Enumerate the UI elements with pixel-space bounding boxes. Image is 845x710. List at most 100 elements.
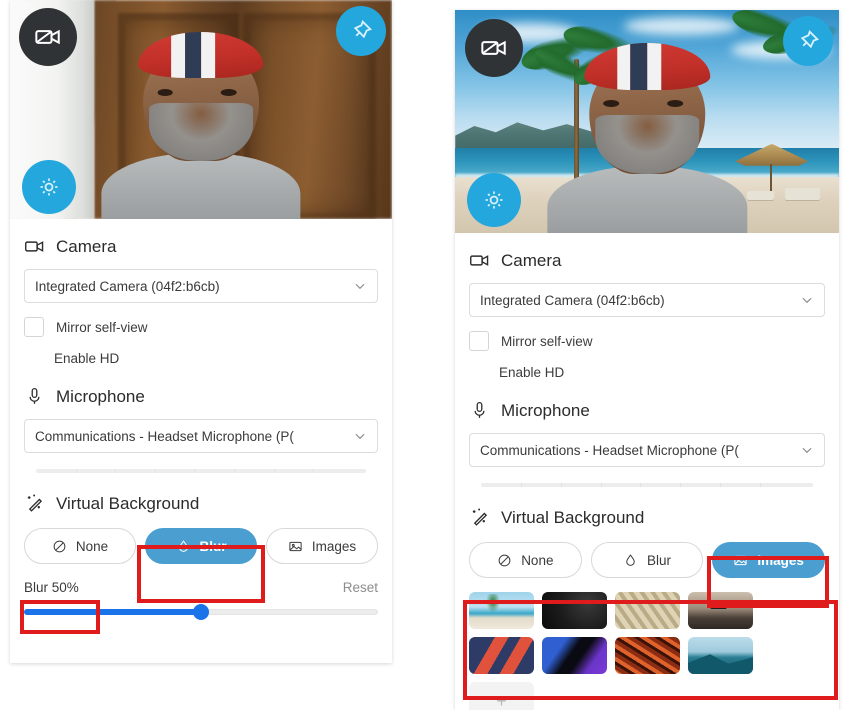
person-torso — [101, 153, 301, 219]
microphone-section-header: Microphone — [24, 386, 378, 407]
chevron-down-icon — [355, 283, 365, 290]
camera-off-icon — [481, 40, 506, 56]
camera-device-value: Integrated Camera (04f2:b6cb) — [480, 292, 665, 308]
camera-section-header: Camera — [24, 236, 378, 257]
microphone-icon — [29, 387, 40, 404]
image-icon — [289, 541, 302, 551]
virtual-background-section-header: Virtual Background — [469, 507, 825, 528]
settings-panel-blur: Camera Integrated Camera (04f2:b6cb) Mir… — [10, 0, 392, 663]
camera-device-select[interactable]: Integrated Camera (04f2:b6cb) — [469, 283, 825, 317]
virtual-background-section-header: Virtual Background — [24, 493, 378, 514]
pin-icon — [353, 19, 373, 39]
chevron-down-icon — [802, 447, 812, 454]
microphone-level-meter — [481, 483, 813, 487]
camera-icon — [470, 255, 489, 266]
camera-section-header: Camera — [469, 250, 825, 271]
background-mode-blur[interactable]: Blur — [145, 528, 257, 564]
background-mode-blur-label: Blur — [199, 538, 227, 554]
magic-wand-icon — [27, 494, 43, 512]
person-eye-left — [603, 100, 620, 108]
microphone-device-value: Communications - Headset Microphone (P( — [480, 442, 739, 458]
cloud — [623, 16, 740, 35]
person-cap — [138, 32, 264, 79]
person-eye-right — [666, 100, 683, 108]
cap-stripe-navy — [184, 32, 201, 79]
enable-hd-label: Enable HD — [54, 351, 120, 366]
microphone-device-select[interactable]: Communications - Headset Microphone (P( — [24, 419, 378, 453]
background-mode-images[interactable]: Images — [266, 528, 378, 564]
open-settings-button[interactable] — [22, 160, 76, 214]
no-entry-icon — [53, 540, 66, 552]
video-preview-blur — [10, 0, 392, 219]
person-silhouette — [547, 37, 747, 233]
background-mode-blur[interactable]: Blur — [590, 542, 704, 578]
background-image-grid: + — [469, 592, 825, 710]
open-settings-button[interactable] — [467, 173, 521, 227]
blue-purple-abstract-thumbnail[interactable] — [542, 637, 607, 674]
microphone-icon — [474, 401, 485, 418]
pin-video-button[interactable] — [783, 16, 833, 66]
background-mode-none[interactable]: None — [24, 528, 136, 564]
camera-off-toggle[interactable] — [465, 19, 523, 77]
mirror-self-view-row[interactable]: Mirror self-view — [469, 331, 825, 351]
teal-mountains-thumbnail[interactable] — [688, 637, 753, 674]
slider-knob[interactable] — [193, 604, 209, 620]
microphone-device-value: Communications - Headset Microphone (P( — [35, 428, 294, 444]
settings-panel-images: Camera Integrated Camera (04f2:b6cb) Mir… — [455, 10, 839, 710]
camera-icon — [25, 241, 44, 252]
mirror-self-view-checkbox[interactable] — [469, 331, 489, 351]
add-background-image-button[interactable]: + — [469, 682, 534, 710]
blur-amount-slider[interactable] — [24, 604, 378, 620]
beach-palm-thumbnail[interactable] — [469, 592, 534, 629]
background-mode-group: None Blur Images — [24, 528, 378, 564]
image-icon — [734, 555, 748, 565]
enable-hd-row[interactable]: Enable HD — [469, 365, 825, 380]
background-mode-none-label: None — [521, 552, 554, 568]
background-mode-group: None Blur Images — [469, 542, 826, 578]
mirror-self-view-checkbox[interactable] — [24, 317, 44, 337]
magic-wand-icon — [472, 508, 488, 526]
enable-hd-row[interactable]: Enable HD — [24, 351, 378, 366]
screenshot-root: Camera Integrated Camera (04f2:b6cb) Mir… — [0, 0, 845, 710]
slider-fill — [24, 609, 201, 615]
beige-lattice-thumbnail[interactable] — [615, 592, 680, 629]
mirror-self-view-row[interactable]: Mirror self-view — [24, 317, 378, 337]
blur-reset-link[interactable]: Reset — [343, 580, 378, 595]
dark-abstract-thumbnail[interactable] — [542, 592, 607, 629]
red-navy-geometric-thumbnail[interactable] — [469, 637, 534, 674]
background-mode-images[interactable]: Images — [712, 542, 826, 578]
camera-section-label: Camera — [56, 236, 117, 256]
microphone-level-meter — [36, 469, 366, 473]
cap-stripe-white-right — [201, 32, 215, 79]
cap-stripe-white-right — [646, 42, 661, 90]
camera-device-select[interactable]: Integrated Camera (04f2:b6cb) — [24, 269, 378, 303]
blur-amount-row: Blur 50% Reset — [24, 580, 378, 595]
video-preview-beach — [455, 10, 839, 233]
virtual-background-section-label: Virtual Background — [501, 507, 645, 527]
chevron-down-icon — [355, 433, 365, 440]
camera-section-label: Camera — [501, 250, 562, 270]
pin-video-button[interactable] — [336, 6, 386, 56]
background-mode-blur-label: Blur — [647, 552, 672, 568]
camera-off-toggle[interactable] — [19, 8, 77, 66]
droplet-icon — [626, 553, 635, 566]
virtual-background-section-label: Virtual Background — [56, 493, 200, 513]
person-cap — [584, 42, 710, 90]
cap-stripe-navy — [630, 42, 647, 90]
office-room-thumbnail[interactable] — [688, 592, 753, 629]
mirror-self-view-label: Mirror self-view — [56, 319, 148, 335]
person-silhouette — [101, 26, 301, 219]
orange-marble-thumbnail[interactable] — [615, 637, 680, 674]
blur-amount-label: Blur 50% — [24, 580, 79, 595]
beach-chair — [785, 188, 820, 200]
gear-icon — [40, 178, 58, 196]
background-mode-none[interactable]: None — [469, 542, 582, 578]
settings-body-images: Camera Integrated Camera (04f2:b6cb) Mir… — [455, 250, 839, 710]
microphone-device-select[interactable]: Communications - Headset Microphone (P( — [469, 433, 825, 467]
background-mode-none-label: None — [75, 538, 109, 554]
microphone-section-label: Microphone — [56, 386, 145, 406]
microphone-section-label: Microphone — [501, 400, 590, 420]
background-mode-images-label: Images — [311, 538, 357, 554]
camera-off-icon — [35, 29, 60, 45]
mirror-self-view-label: Mirror self-view — [501, 333, 593, 349]
